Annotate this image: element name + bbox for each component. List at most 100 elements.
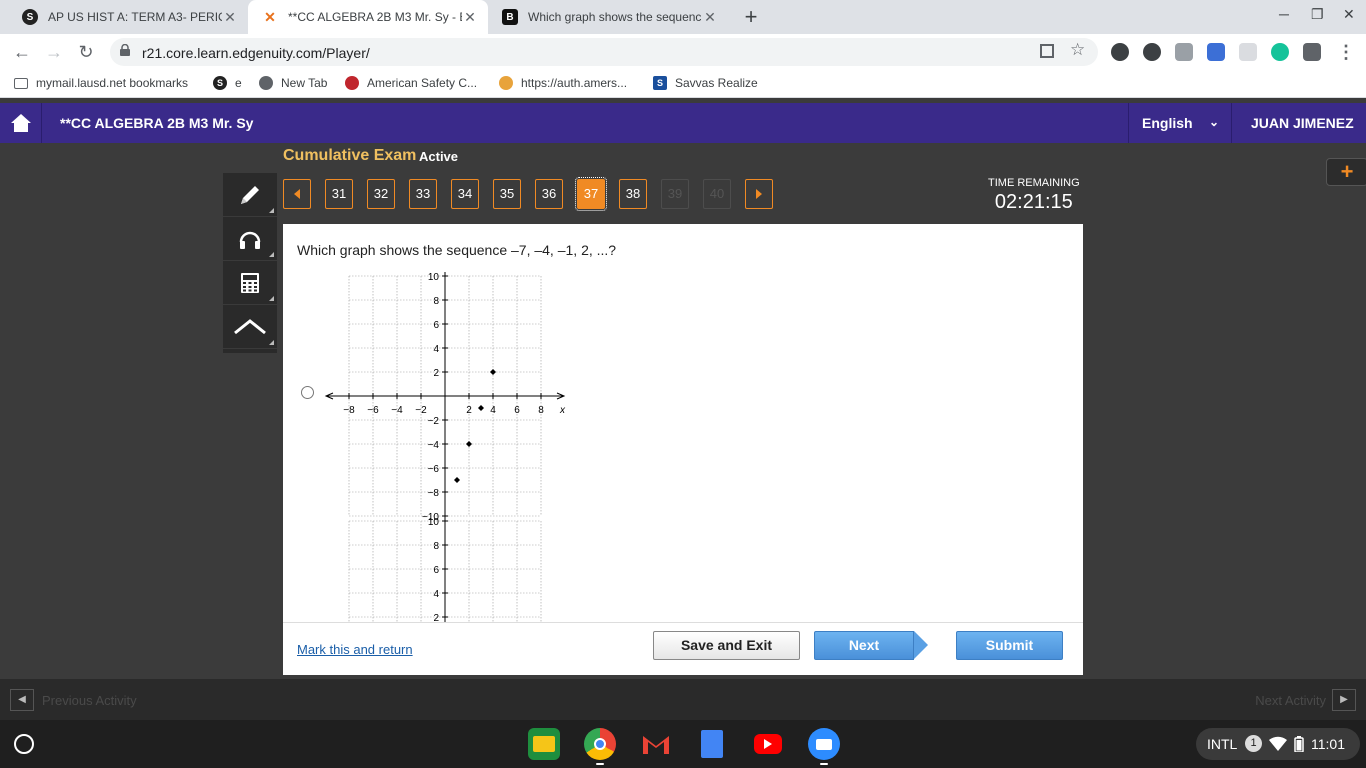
footer-bar: Mark this and return Save and Exit Next … [283, 622, 1083, 675]
previous-question-button[interactable] [283, 179, 311, 209]
question-panel: Which graph shows the sequence –7, –4, –… [283, 224, 1083, 622]
x-tick-label: −2 [415, 405, 427, 416]
bookmark-item[interactable]: American Safety C... [345, 76, 477, 90]
tab-strip: S AP US HIST A: TERM A3- PERIOD ✕ ✕ **CC… [0, 0, 1366, 34]
running-indicator [596, 763, 604, 765]
back-icon[interactable]: ← [10, 40, 34, 64]
question-38-button[interactable]: 38 [619, 179, 647, 209]
y-tick-label: 2 [433, 613, 439, 622]
bookmark-label: Savvas Realize [675, 76, 758, 90]
restore-icon[interactable]: ❐ [1311, 6, 1324, 23]
bookmark-item[interactable]: Se [213, 76, 242, 90]
bookmark-item[interactable]: https://auth.amers... [499, 76, 627, 90]
brainly-icon: B [502, 9, 518, 25]
next-activity-label[interactable]: Next Activity [1255, 693, 1326, 708]
address-bar[interactable]: r21.core.learn.edgenuity.com/Player/ ☆ [110, 38, 1098, 66]
previous-activity-label[interactable]: Previous Activity [42, 693, 137, 708]
bookmark-label: New Tab [281, 76, 328, 90]
globe-icon [259, 76, 273, 90]
question-34-button[interactable]: 34 [451, 179, 479, 209]
minimize-icon[interactable]: ─ [1279, 6, 1289, 22]
question-35-button[interactable]: 35 [493, 179, 521, 209]
docs-app-icon[interactable] [696, 728, 728, 760]
question-36-button[interactable]: 36 [535, 179, 563, 209]
bookmark-item[interactable]: S Savvas Realize [653, 76, 758, 90]
formula-tool[interactable] [223, 305, 277, 349]
home-button[interactable] [0, 103, 42, 143]
extension-shield-icon[interactable] [1111, 43, 1129, 61]
caret-icon [234, 318, 266, 334]
bookmark-item[interactable]: New Tab [259, 76, 327, 90]
submit-button[interactable]: Submit [956, 631, 1063, 660]
grammarly-icon[interactable] [1271, 43, 1289, 61]
extension-arrows-icon[interactable] [1239, 43, 1257, 61]
question-31-button[interactable]: 31 [325, 179, 353, 209]
plus-icon[interactable]: + [1326, 158, 1366, 186]
wifi-icon [1269, 736, 1287, 751]
x-tick-label: 6 [514, 405, 520, 416]
calculator-tool[interactable] [223, 261, 277, 305]
next-button[interactable]: Next [814, 631, 914, 660]
calculator-icon [241, 272, 259, 293]
classroom-app-icon[interactable] [528, 728, 560, 760]
launcher-icon[interactable] [14, 734, 34, 754]
bookmark-star-icon[interactable]: ☆ [1070, 40, 1085, 60]
language-select[interactable]: English ⌄ [1128, 103, 1232, 143]
x-axis-label: x [559, 405, 566, 416]
answer-option-a-graph: x−8−6−4−22468f(x)−10−8−6−4−2246810 [324, 272, 566, 522]
forward-icon[interactable]: → [42, 40, 66, 64]
user-name[interactable]: JUAN JIMENEZ [1251, 115, 1354, 131]
youtube-app-icon[interactable] [752, 728, 784, 760]
next-button-arrow[interactable] [914, 631, 928, 659]
extension-g-icon[interactable] [1175, 43, 1193, 61]
close-icon[interactable]: ✕ [222, 9, 238, 26]
answer-option-a-radio[interactable] [301, 386, 314, 399]
question-37-button[interactable]: 37 [575, 177, 607, 211]
next-question-button[interactable] [745, 179, 773, 209]
menu-kebab-icon[interactable]: ⋮ [1334, 40, 1358, 64]
y-tick-label: 2 [433, 368, 439, 379]
new-tab-button[interactable]: + [738, 4, 764, 30]
reload-icon[interactable]: ↻ [74, 40, 98, 64]
mark-and-return-link[interactable]: Mark this and return [297, 642, 413, 657]
x-tick-label: 2 [466, 405, 472, 416]
clock-time: 11:01 [1311, 736, 1345, 752]
running-indicator [820, 763, 828, 765]
timer-value: 02:21:15 [994, 191, 1073, 213]
y-tick-label: 4 [433, 344, 439, 355]
data-point [478, 405, 484, 411]
status-tray[interactable]: INTL 1 11:01 [1196, 728, 1360, 760]
course-title: **CC ALGEBRA 2B M3 Mr. Sy [60, 115, 254, 131]
folder-icon [14, 77, 28, 89]
extension-screen-icon[interactable] [1207, 43, 1225, 61]
close-window-icon[interactable]: ✕ [1343, 6, 1355, 23]
question-33-button[interactable]: 33 [409, 179, 437, 209]
edgenuity-icon: ✕ [264, 8, 276, 25]
browser-tab-brainly[interactable]: B Which graph shows the sequenc ✕ [488, 0, 728, 34]
save-and-exit-button[interactable]: Save and Exit [653, 631, 800, 660]
zoom-app-icon[interactable] [808, 728, 840, 760]
previous-activity-button[interactable]: ◀ [10, 689, 34, 711]
question-32-button[interactable]: 32 [367, 179, 395, 209]
browser-tab-ap-us-hist[interactable]: S AP US HIST A: TERM A3- PERIOD ✕ [8, 0, 248, 34]
extensions-puzzle-icon[interactable] [1303, 43, 1321, 61]
bookmark-folder[interactable]: mymail.lausd.net bookmarks [14, 76, 188, 90]
extension-shield-icon[interactable] [1143, 43, 1161, 61]
input-method-label: INTL [1207, 736, 1238, 752]
chrome-app-icon[interactable] [584, 728, 616, 760]
audio-tool[interactable] [223, 217, 277, 261]
browser-tab-algebra[interactable]: ✕ **CC ALGEBRA 2B M3 Mr. Sy - Ed ✕ [248, 0, 488, 34]
battery-icon [1294, 736, 1304, 752]
close-icon[interactable]: ✕ [702, 9, 718, 26]
question-39-button: 39 [661, 179, 689, 209]
app-header: **CC ALGEBRA 2B M3 Mr. Sy English ⌄ JUAN … [0, 103, 1366, 143]
next-activity-button[interactable]: ▶ [1332, 689, 1356, 711]
x-tick-label: −6 [367, 405, 379, 416]
gmail-app-icon[interactable] [640, 728, 672, 760]
close-icon[interactable]: ✕ [462, 9, 478, 26]
schoology-icon: S [213, 76, 227, 90]
qr-code-icon[interactable] [1040, 44, 1054, 58]
answer-option-b-graph: f(x)246810 [348, 517, 542, 622]
pencil-tool[interactable] [223, 173, 277, 217]
question-text: Which graph shows the sequence –7, –4, –… [297, 242, 617, 258]
